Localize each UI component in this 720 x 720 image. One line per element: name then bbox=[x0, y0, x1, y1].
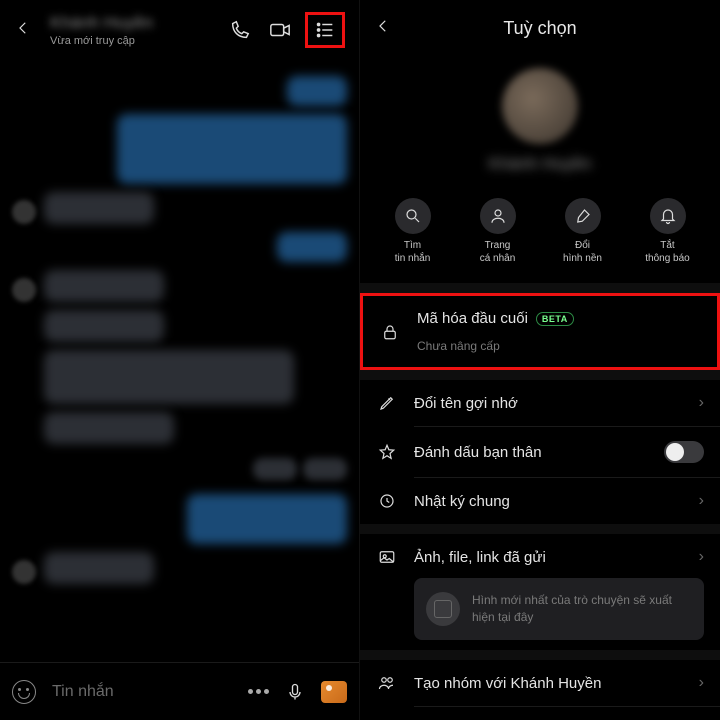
best-friend-row[interactable]: Đánh dấu bạn thân bbox=[360, 427, 720, 477]
quick-actions: Tìm tin nhắn Trang cá nhân Đổi hình nền … bbox=[360, 184, 720, 283]
message-input[interactable]: Tin nhắn bbox=[52, 683, 232, 701]
clock-icon bbox=[376, 492, 398, 510]
rename-row[interactable]: Đổi tên gợi nhớ › bbox=[360, 380, 720, 426]
contact-name: Khánh Huyền bbox=[50, 13, 211, 33]
chat-body[interactable] bbox=[0, 60, 359, 656]
group-add-icon bbox=[376, 674, 398, 692]
options-screen: Tuỳ chọn Khánh Huyền Tìm tin nhắn Trang … bbox=[360, 0, 720, 720]
best-friend-toggle[interactable] bbox=[664, 441, 704, 463]
menu-button-highlight bbox=[305, 12, 345, 48]
search-icon bbox=[395, 198, 431, 234]
chat-screen: Khánh Huyền Vừa mới truy cập Tin nhắn bbox=[0, 0, 360, 720]
pencil-icon bbox=[376, 394, 398, 412]
profile-page-action[interactable]: Trang cá nhân bbox=[462, 198, 534, 265]
profile-name: Khánh Huyền bbox=[488, 154, 591, 174]
star-icon bbox=[376, 443, 398, 461]
chevron-right-icon: › bbox=[699, 548, 704, 566]
voice-button[interactable] bbox=[285, 680, 305, 704]
media-row[interactable]: Ảnh, file, link đã gửi › bbox=[360, 534, 720, 572]
bell-icon bbox=[650, 198, 686, 234]
placeholder-image-icon bbox=[426, 592, 460, 626]
back-button[interactable] bbox=[14, 19, 32, 42]
lock-icon bbox=[379, 322, 401, 342]
sticker-button[interactable] bbox=[12, 680, 36, 704]
message-input-bar: Tin nhắn bbox=[0, 662, 359, 720]
options-list: Mã hóa đầu cuối BETA Chưa nâng cấp Đổi t… bbox=[360, 293, 720, 720]
chat-header: Khánh Huyền Vừa mới truy cập bbox=[0, 0, 359, 60]
chevron-right-icon: › bbox=[699, 492, 704, 510]
shared-diary-row[interactable]: Nhật ký chung › bbox=[360, 478, 720, 524]
end-to-end-encryption-row[interactable]: Mã hóa đầu cuối BETA Chưa nâng cấp bbox=[360, 293, 720, 370]
video-call-button[interactable] bbox=[269, 19, 291, 41]
call-button[interactable] bbox=[229, 19, 251, 41]
menu-button[interactable] bbox=[314, 19, 336, 41]
last-seen: Vừa mới truy cập bbox=[50, 35, 211, 47]
search-messages-action[interactable]: Tìm tin nhắn bbox=[377, 198, 449, 265]
media-empty-placeholder: Hình mới nhất của trò chuyện sẽ xuất hiệ… bbox=[414, 578, 704, 640]
e2e-subtitle: Chưa nâng cấp bbox=[417, 339, 701, 353]
options-title: Tuỳ chọn bbox=[404, 18, 676, 39]
back-button[interactable] bbox=[374, 17, 392, 40]
options-header: Tuỳ chọn bbox=[360, 0, 720, 56]
profile-section: Khánh Huyền bbox=[360, 56, 720, 184]
create-group-row[interactable]: Tạo nhóm với Khánh Huyền › bbox=[360, 660, 720, 706]
profile-avatar[interactable] bbox=[502, 68, 578, 144]
mute-notifications-action[interactable]: Tắt thông báo bbox=[632, 198, 704, 265]
contact-info[interactable]: Khánh Huyền Vừa mới truy cập bbox=[50, 13, 211, 47]
change-wallpaper-action[interactable]: Đổi hình nền bbox=[547, 198, 619, 265]
image-button[interactable] bbox=[321, 681, 347, 703]
chevron-right-icon: › bbox=[699, 674, 704, 692]
e2e-title: Mã hóa đầu cuối bbox=[417, 310, 528, 327]
chevron-right-icon: › bbox=[699, 394, 704, 412]
more-button[interactable] bbox=[248, 689, 269, 694]
person-icon bbox=[480, 198, 516, 234]
image-icon bbox=[376, 548, 398, 566]
add-to-group-row[interactable]: Thêm Khánh Huyền vào nhóm › bbox=[360, 707, 720, 720]
beta-badge: BETA bbox=[536, 312, 574, 326]
brush-icon bbox=[565, 198, 601, 234]
